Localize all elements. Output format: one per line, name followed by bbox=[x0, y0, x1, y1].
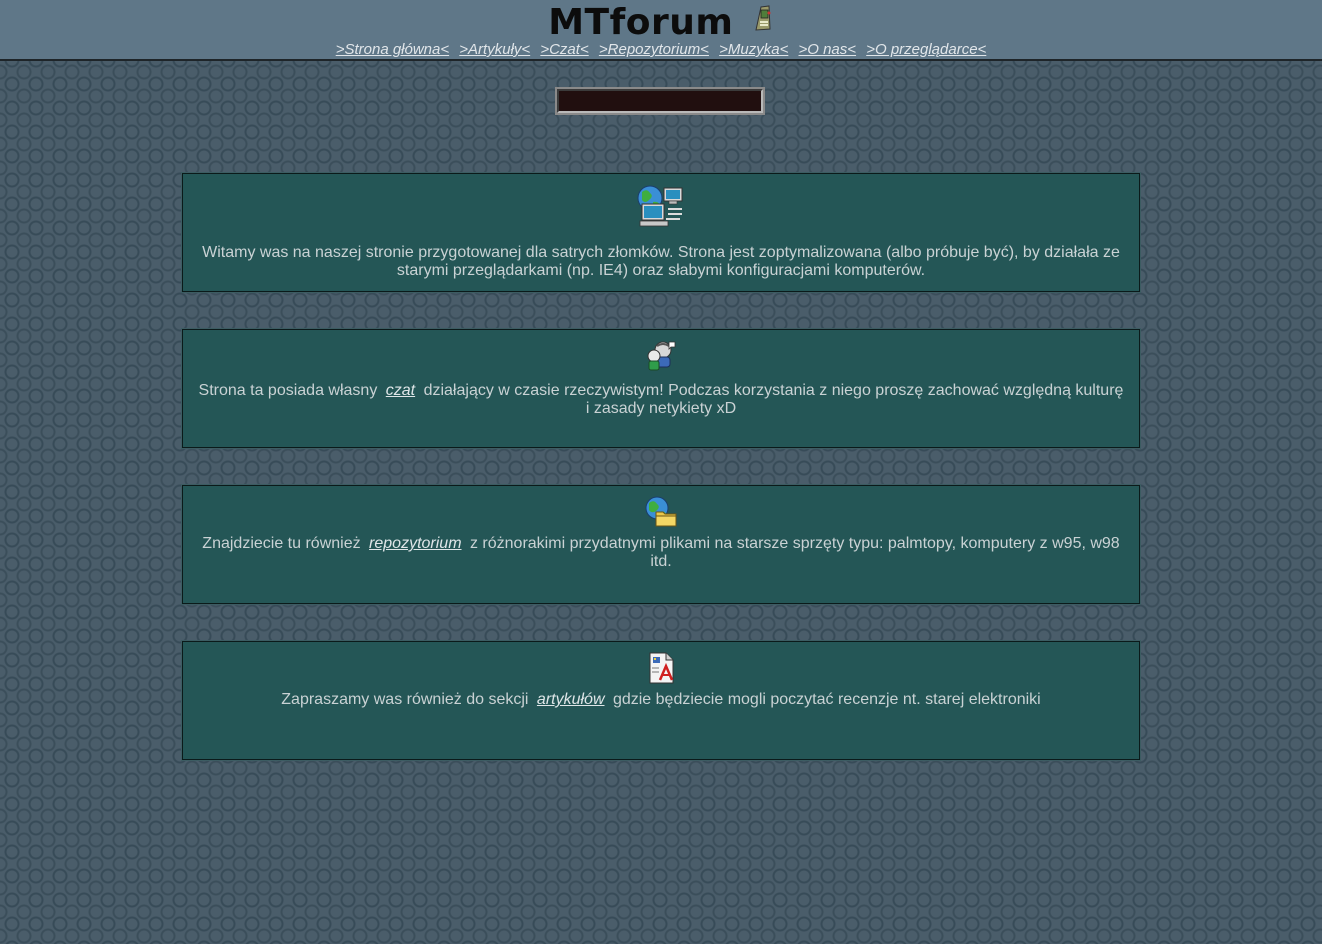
repository-link[interactable]: repozytorium bbox=[369, 535, 461, 552]
document-icon bbox=[183, 652, 1139, 689]
chat-text-after: działający w czasie rzeczywistym! Podcza… bbox=[423, 382, 1124, 417]
repository-text-before: Znajdziecie tu również bbox=[202, 535, 361, 552]
site-title: MTforum bbox=[548, 2, 734, 43]
repository-text-after: z różnorakimi przydatnymi plikami na sta… bbox=[469, 535, 1120, 570]
chat-text-before: Strona ta posiada własny bbox=[198, 382, 378, 399]
chat-users-icon bbox=[183, 340, 1139, 377]
articles-panel: Zapraszamy was również do sekcji artykuł… bbox=[182, 641, 1140, 760]
nav-link-music[interactable]: >Muzyka< bbox=[719, 41, 788, 58]
articles-text-after: gdzie będziecie mogli poczytać recenzje … bbox=[612, 691, 1041, 708]
globe-folder-icon bbox=[183, 496, 1139, 533]
welcome-text: Witamy was na naszej stronie przygotowan… bbox=[183, 244, 1139, 280]
welcome-text-body: Witamy was na naszej stronie przygotowan… bbox=[202, 244, 1120, 279]
nav-link-about-us[interactable]: >O nas< bbox=[799, 41, 857, 58]
nav-link-repository[interactable]: >Repozytorium< bbox=[599, 41, 709, 58]
chat-panel: Strona ta posiada własny czat działający… bbox=[182, 329, 1140, 448]
chat-text: Strona ta posiada własny czat działający… bbox=[183, 382, 1139, 418]
repository-panel: Znajdziecie tu również repozytorium z ró… bbox=[182, 485, 1140, 604]
welcome-panel: Witamy was na naszej stronie przygotowan… bbox=[182, 173, 1140, 292]
title-row: MTforum bbox=[0, 2, 1322, 43]
site-header: MTforum >Strona główna< >Artykuły< >Czat… bbox=[0, 0, 1322, 61]
nav-link-chat[interactable]: >Czat< bbox=[540, 41, 588, 58]
palmtop-icon bbox=[752, 4, 774, 37]
network-computers-icon bbox=[183, 184, 1139, 237]
articles-text-before: Zapraszamy was również do sekcji bbox=[281, 691, 529, 708]
articles-link[interactable]: artykułów bbox=[537, 691, 605, 708]
nav-link-home[interactable]: >Strona główna< bbox=[336, 41, 449, 58]
nav-link-articles[interactable]: >Artykuły< bbox=[459, 41, 530, 58]
chat-link[interactable]: czat bbox=[386, 382, 415, 399]
search-input[interactable] bbox=[555, 87, 765, 115]
main-nav: >Strona główna< >Artykuły< >Czat< >Repoz… bbox=[0, 41, 1322, 58]
nav-link-about-browser[interactable]: >O przeglądarce< bbox=[866, 41, 986, 58]
repository-text: Znajdziecie tu również repozytorium z ró… bbox=[183, 535, 1139, 571]
articles-text: Zapraszamy was również do sekcji artykuł… bbox=[183, 691, 1139, 709]
